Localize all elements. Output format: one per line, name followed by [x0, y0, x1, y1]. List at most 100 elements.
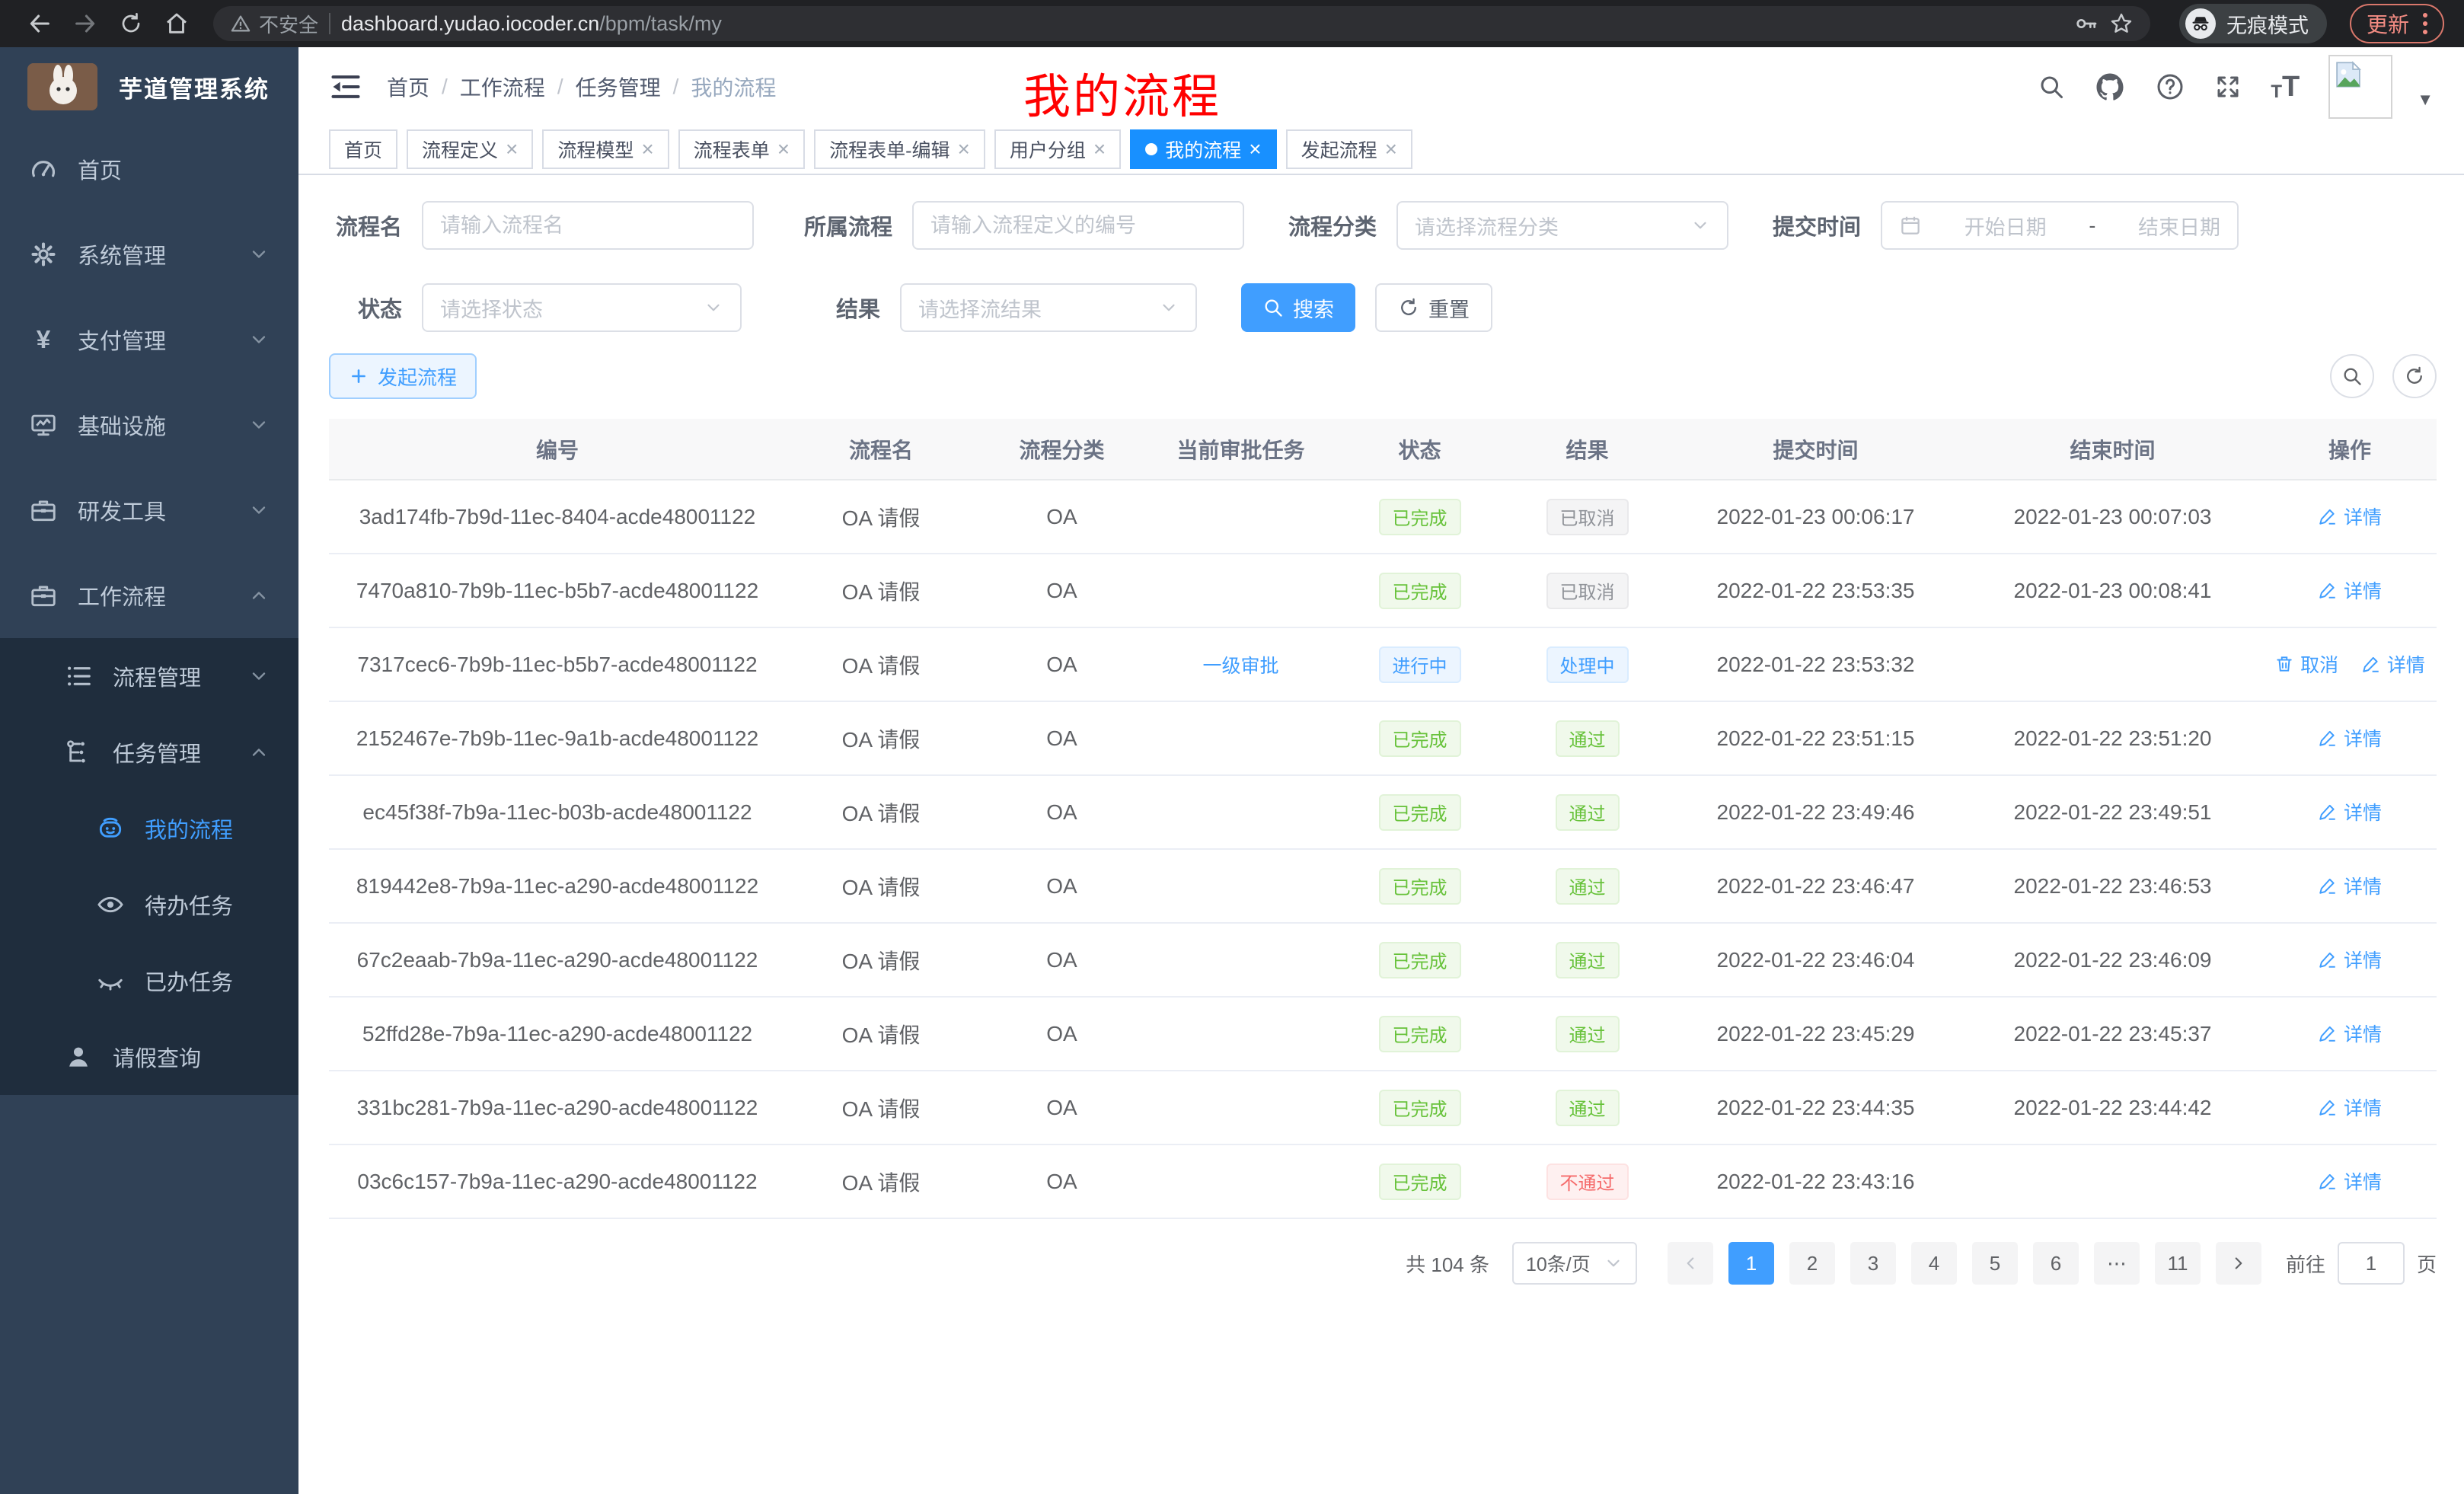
cell-submit-time: 2022-01-22 23:53:35 [1669, 554, 1962, 627]
broken-image-icon [2332, 59, 2364, 91]
browser-home-icon[interactable] [157, 4, 196, 43]
tab-close-icon[interactable]: × [641, 139, 653, 160]
detail-link[interactable]: 详情 [2318, 724, 2382, 752]
search-button[interactable]: 搜索 [1241, 283, 1355, 332]
sidebar-item[interactable]: 任务管理 [0, 714, 298, 790]
browser-reload-icon[interactable] [111, 4, 151, 43]
table-row: 03c6c157-7b9a-11ec-a290-acde48001122 OA … [329, 1144, 2437, 1218]
detail-link[interactable]: 详情 [2318, 872, 2382, 899]
chevron-icon [248, 500, 270, 521]
time-range-picker[interactable]: 开始日期 - 结束日期 [1881, 201, 2239, 250]
create-process-button[interactable]: 发起流程 [329, 353, 477, 399]
page-button[interactable]: 5 [1972, 1242, 2018, 1285]
refresh-table-button[interactable] [2392, 354, 2437, 398]
name-filter-input[interactable] [422, 201, 754, 250]
page-button[interactable]: ⋯ [2094, 1242, 2140, 1285]
search-icon[interactable] [2038, 73, 2065, 101]
cell-result: 通过 [1505, 997, 1669, 1071]
detail-link[interactable]: 详情 [2318, 1167, 2382, 1195]
sidebar-item[interactable]: 支付管理 [0, 297, 298, 382]
category-filter-select[interactable]: 请选择流程分类 [1396, 201, 1728, 250]
github-icon[interactable] [2094, 71, 2126, 103]
toggle-search-button[interactable] [2330, 354, 2374, 398]
view-tab[interactable]: 首页 [329, 129, 397, 169]
sidebar-item[interactable]: 我的流程 [0, 790, 298, 867]
view-tab[interactable]: 发起流程 × [1286, 129, 1412, 169]
sidebar-item-icon [96, 966, 125, 995]
breadcrumb-item[interactable]: 首页 / [387, 72, 460, 102]
avatar[interactable] [2328, 55, 2392, 119]
sidebar-item[interactable]: 系统管理 [0, 212, 298, 297]
page-button[interactable]: 11 [2155, 1242, 2201, 1285]
breadcrumb-item[interactable]: 工作流程 / [460, 72, 576, 102]
view-tab[interactable]: 流程模型 × [542, 129, 669, 169]
page-button[interactable]: 4 [1911, 1242, 1957, 1285]
tab-close-icon[interactable]: × [1093, 139, 1106, 160]
sidebar-item[interactable]: 研发工具 [0, 468, 298, 553]
view-tab[interactable]: 流程表单 × [678, 129, 805, 169]
sidebar-item[interactable]: 基础设施 [0, 382, 298, 468]
detail-link[interactable]: 详情 [2318, 946, 2382, 973]
cell-current-task [1147, 1144, 1334, 1218]
url-bar[interactable]: 不安全 dashboard.yudao.iocoder.cn/bpm/task/… [213, 6, 2150, 41]
sidebar-item[interactable]: 已办任务 [0, 943, 298, 1019]
detail-link[interactable]: 详情 [2318, 576, 2382, 604]
goto-page-input[interactable] [2338, 1242, 2405, 1285]
cell-status: 已完成 [1334, 997, 1505, 1071]
cell-end-time: 2022-01-22 23:45:37 [1962, 997, 2263, 1071]
browser-menu-icon[interactable] [2423, 13, 2427, 34]
detail-link[interactable]: 详情 [2318, 1093, 2382, 1121]
page-button[interactable]: 2 [1789, 1242, 1835, 1285]
security-warning[interactable]: 不安全 [230, 10, 318, 38]
reset-button[interactable]: 重置 [1375, 283, 1492, 332]
cell-actions: 详情 [2263, 997, 2437, 1071]
detail-link[interactable]: 详情 [2318, 798, 2382, 825]
breadcrumb-item[interactable]: 任务管理 / [576, 72, 691, 102]
status-badge: 已完成 [1379, 868, 1461, 905]
tab-close-icon[interactable]: × [1249, 139, 1261, 160]
view-tab[interactable]: 我的流程 × [1130, 129, 1276, 169]
sidebar-item[interactable]: 请假查询 [0, 1019, 298, 1095]
page-button[interactable]: 6 [2033, 1242, 2079, 1285]
prev-page-button[interactable] [1668, 1242, 1713, 1285]
cell-actions: 详情 [2263, 1071, 2437, 1144]
page-size-select[interactable]: 10条/页 [1512, 1242, 1637, 1285]
view-tab[interactable]: 用户分组 × [994, 129, 1121, 169]
breadcrumb-item[interactable]: 我的流程 [691, 72, 776, 102]
result-filter-label: 结果 [786, 292, 880, 324]
tab-close-icon[interactable]: × [777, 139, 790, 160]
definition-filter-input[interactable] [912, 201, 1244, 250]
page-button[interactable]: 3 [1850, 1242, 1896, 1285]
fullscreen-icon[interactable] [2214, 73, 2242, 101]
avatar-caret-icon[interactable]: ▼ [2417, 90, 2434, 110]
next-page-button[interactable] [2216, 1242, 2261, 1285]
detail-link[interactable]: 详情 [2318, 1020, 2382, 1047]
update-button[interactable]: 更新 [2350, 4, 2444, 43]
browser-forward-icon[interactable] [65, 4, 105, 43]
tab-close-icon[interactable]: × [506, 139, 518, 160]
page-button[interactable]: 1 [1728, 1242, 1774, 1285]
cancel-link[interactable]: 取消 [2274, 650, 2338, 678]
tab-close-icon[interactable]: × [957, 139, 969, 160]
font-size-icon[interactable]: TT [2271, 72, 2300, 101]
view-tab[interactable]: 流程定义 × [407, 129, 533, 169]
cell-current-task [1147, 997, 1334, 1071]
status-filter-select[interactable]: 请选择状态 [422, 283, 742, 332]
sidebar-item[interactable]: 流程管理 [0, 638, 298, 714]
tab-close-icon[interactable]: × [1385, 139, 1397, 160]
task-link[interactable]: 一级审批 [1202, 651, 1278, 678]
browser-back-icon[interactable] [20, 4, 59, 43]
sidebar-item[interactable]: 待办任务 [0, 867, 298, 943]
key-icon[interactable] [2074, 11, 2099, 36]
sidebar-item[interactable]: 工作流程 [0, 553, 298, 638]
detail-link[interactable]: 详情 [2318, 503, 2382, 530]
view-tab[interactable]: 流程表单-编辑 × [814, 129, 985, 169]
result-badge: 已取消 [1546, 499, 1629, 535]
result-filter-select[interactable]: 请选择流结果 [900, 283, 1197, 332]
sidebar-collapse-icon[interactable] [329, 70, 362, 104]
sidebar-item[interactable]: 首页 [0, 126, 298, 212]
help-icon[interactable] [2155, 72, 2185, 102]
bookmark-star-icon[interactable] [2109, 11, 2134, 36]
detail-link[interactable]: 详情 [2361, 650, 2425, 678]
sidebar-item-icon [96, 814, 125, 843]
